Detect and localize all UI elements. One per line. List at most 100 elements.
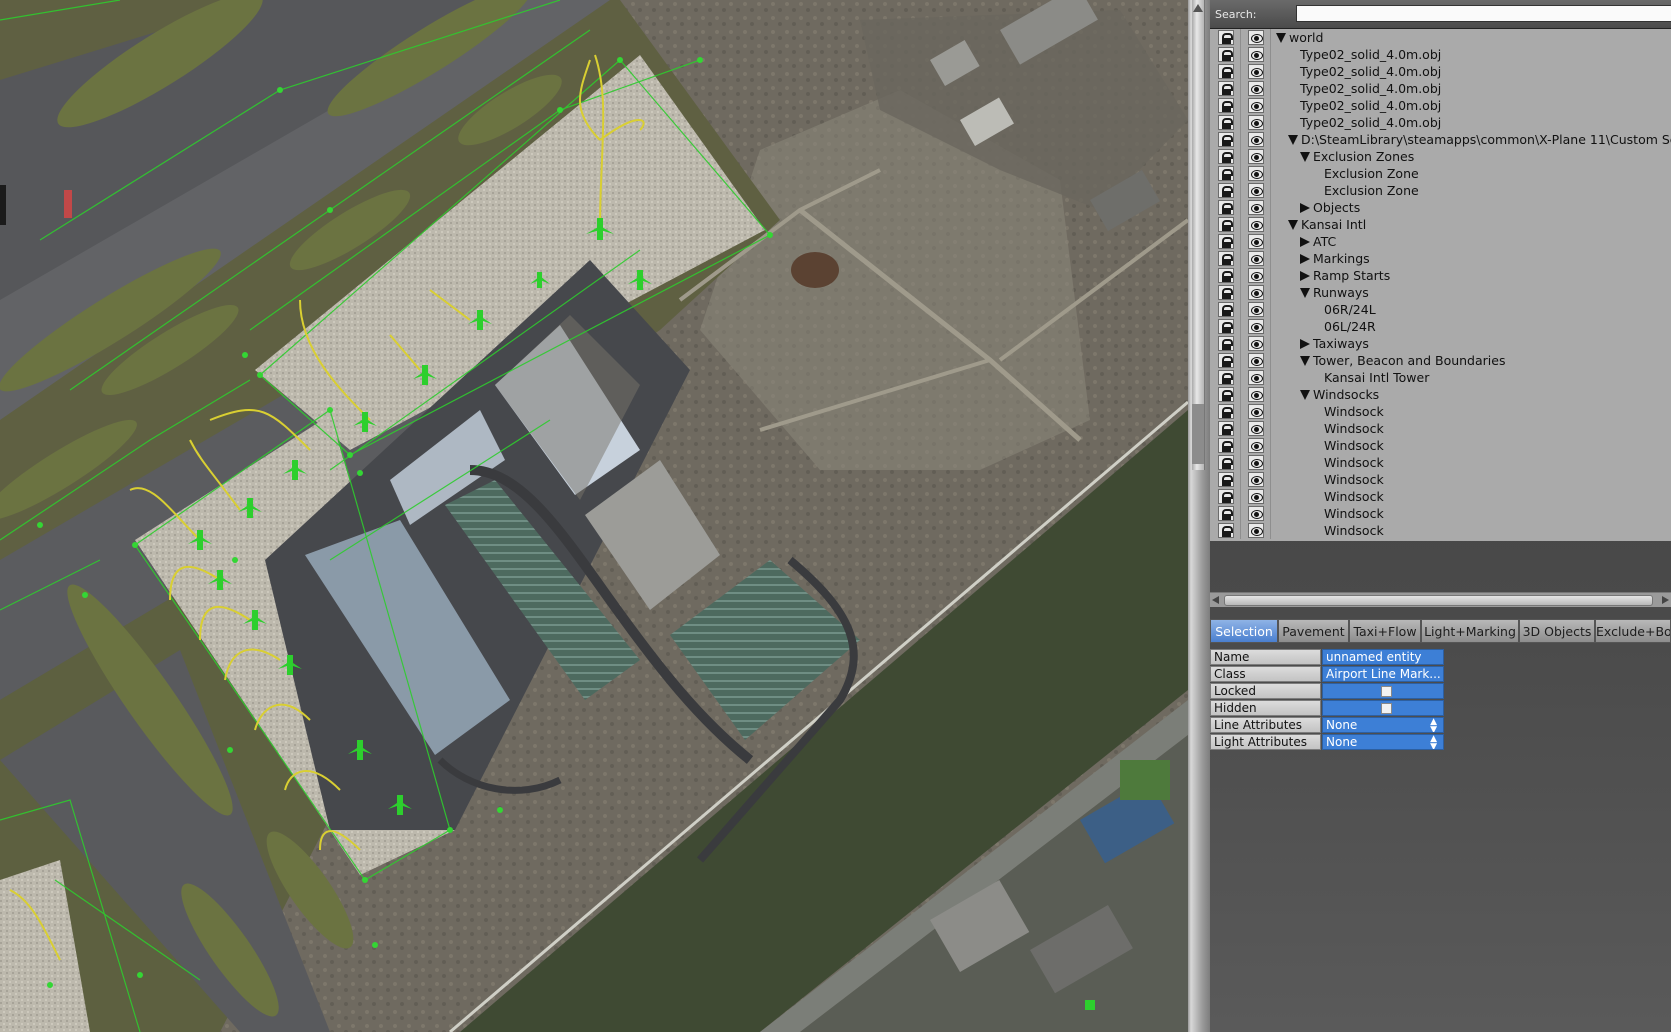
tree-row[interactable]: Exclusion Zone [1210,182,1671,199]
lock-toggle-icon[interactable] [1218,132,1234,147]
vertical-scrollbar[interactable] [1192,0,1205,470]
lock-toggle-icon[interactable] [1218,217,1234,232]
lock-toggle-icon[interactable] [1218,387,1234,402]
tree-row[interactable]: Windsock [1210,420,1671,437]
expanded-triangle-icon[interactable] [1288,220,1298,230]
tree-row[interactable]: 06L/24R [1210,318,1671,335]
visibility-eye-icon[interactable] [1248,268,1264,283]
tree-row[interactable]: Objects [1210,199,1671,216]
tree-row[interactable]: Markings [1210,250,1671,267]
lock-toggle-icon[interactable] [1218,200,1234,215]
tree-row[interactable]: Exclusion Zones [1210,148,1671,165]
visibility-eye-icon[interactable] [1248,115,1264,130]
scroll-up-arrow-icon[interactable] [1193,4,1203,12]
tab-3d-objects[interactable]: 3D Objects [1519,619,1595,643]
select-arrows-icon[interactable]: ▲ ▼ [1430,735,1437,749]
visibility-eye-icon[interactable] [1248,64,1264,79]
scroll-right-arrow-icon[interactable] [1662,596,1669,604]
tab-pavement[interactable]: Pavement [1278,619,1349,643]
name-field[interactable]: unnamed entity [1322,649,1444,665]
expanded-triangle-icon[interactable] [1300,152,1310,162]
scrollbar-thumb[interactable] [1224,595,1653,606]
tree-row[interactable]: Ramp Starts [1210,267,1671,284]
visibility-eye-icon[interactable] [1248,132,1264,147]
collapsed-triangle-icon[interactable] [1300,203,1310,213]
satellite-map[interactable] [0,0,1188,1032]
lock-toggle-icon[interactable] [1218,115,1234,130]
tree-row[interactable]: Taxiways [1210,335,1671,352]
lock-toggle-icon[interactable] [1218,421,1234,436]
visibility-eye-icon[interactable] [1248,370,1264,385]
lock-toggle-icon[interactable] [1218,404,1234,419]
visibility-eye-icon[interactable] [1248,489,1264,504]
lock-toggle-icon[interactable] [1218,64,1234,79]
visibility-eye-icon[interactable] [1248,166,1264,181]
hidden-checkbox[interactable] [1322,700,1444,716]
visibility-eye-icon[interactable] [1248,353,1264,368]
class-field[interactable]: Airport Line Mark... [1322,666,1444,682]
tree-row[interactable]: Runways [1210,284,1671,301]
select-arrows-icon[interactable]: ▲ ▼ [1430,718,1437,732]
visibility-eye-icon[interactable] [1248,200,1264,215]
locked-checkbox[interactable] [1322,683,1444,699]
lock-toggle-icon[interactable] [1218,523,1234,538]
light-attributes-select[interactable]: None ▲ ▼ [1322,734,1444,750]
visibility-eye-icon[interactable] [1248,234,1264,249]
expanded-triangle-icon[interactable] [1300,288,1310,298]
visibility-eye-icon[interactable] [1248,438,1264,453]
panel-splitter[interactable] [1188,0,1210,1032]
lock-toggle-icon[interactable] [1218,353,1234,368]
tree-row[interactable]: Windsock [1210,522,1671,539]
collapsed-triangle-icon[interactable] [1300,254,1310,264]
collapsed-triangle-icon[interactable] [1300,339,1310,349]
lock-toggle-icon[interactable] [1218,30,1234,45]
tree-row[interactable]: Windsock [1210,454,1671,471]
scrollbar-thumb[interactable] [1192,404,1204,464]
expanded-triangle-icon[interactable] [1276,33,1286,43]
tab-selection[interactable]: Selection [1210,619,1278,643]
tree-row[interactable]: Type02_solid_4.0m.obj [1210,114,1671,131]
visibility-eye-icon[interactable] [1248,183,1264,198]
lock-toggle-icon[interactable] [1218,98,1234,113]
search-input[interactable] [1296,5,1671,22]
lock-toggle-icon[interactable] [1218,149,1234,164]
checkbox-icon[interactable] [1381,686,1392,697]
expanded-triangle-icon[interactable] [1300,356,1310,366]
lock-toggle-icon[interactable] [1218,336,1234,351]
visibility-eye-icon[interactable] [1248,506,1264,521]
expanded-triangle-icon[interactable] [1288,135,1298,145]
tree-row[interactable]: Type02_solid_4.0m.obj [1210,63,1671,80]
tab-exclude-bo[interactable]: Exclude+Bo [1595,619,1671,643]
tree-row[interactable]: Windsock [1210,488,1671,505]
lock-toggle-icon[interactable] [1218,438,1234,453]
horizontal-scrollbar[interactable] [1210,592,1671,607]
tree-row[interactable]: Type02_solid_4.0m.obj [1210,97,1671,114]
visibility-eye-icon[interactable] [1248,404,1264,419]
visibility-eye-icon[interactable] [1248,455,1264,470]
checkbox-icon[interactable] [1381,703,1392,714]
visibility-eye-icon[interactable] [1248,30,1264,45]
visibility-eye-icon[interactable] [1248,319,1264,334]
collapsed-triangle-icon[interactable] [1300,237,1310,247]
tab-taxi-flow[interactable]: Taxi+Flow [1349,619,1421,643]
lock-toggle-icon[interactable] [1218,285,1234,300]
visibility-eye-icon[interactable] [1248,285,1264,300]
lock-toggle-icon[interactable] [1218,234,1234,249]
lock-toggle-icon[interactable] [1218,319,1234,334]
tree-row[interactable]: Type02_solid_4.0m.obj [1210,46,1671,63]
lock-toggle-icon[interactable] [1218,251,1234,266]
visibility-eye-icon[interactable] [1248,81,1264,96]
tree-row[interactable]: Kansai Intl [1210,216,1671,233]
visibility-eye-icon[interactable] [1248,217,1264,232]
lock-toggle-icon[interactable] [1218,81,1234,96]
lock-toggle-icon[interactable] [1218,268,1234,283]
lock-toggle-icon[interactable] [1218,370,1234,385]
tower-marker[interactable] [1085,1000,1095,1010]
tree-row[interactable]: Kansai Intl Tower [1210,369,1671,386]
tree-row[interactable]: Exclusion Zone [1210,165,1671,182]
visibility-eye-icon[interactable] [1248,336,1264,351]
lock-toggle-icon[interactable] [1218,489,1234,504]
visibility-eye-icon[interactable] [1248,472,1264,487]
visibility-eye-icon[interactable] [1248,47,1264,62]
tree-row[interactable]: world [1210,29,1671,46]
